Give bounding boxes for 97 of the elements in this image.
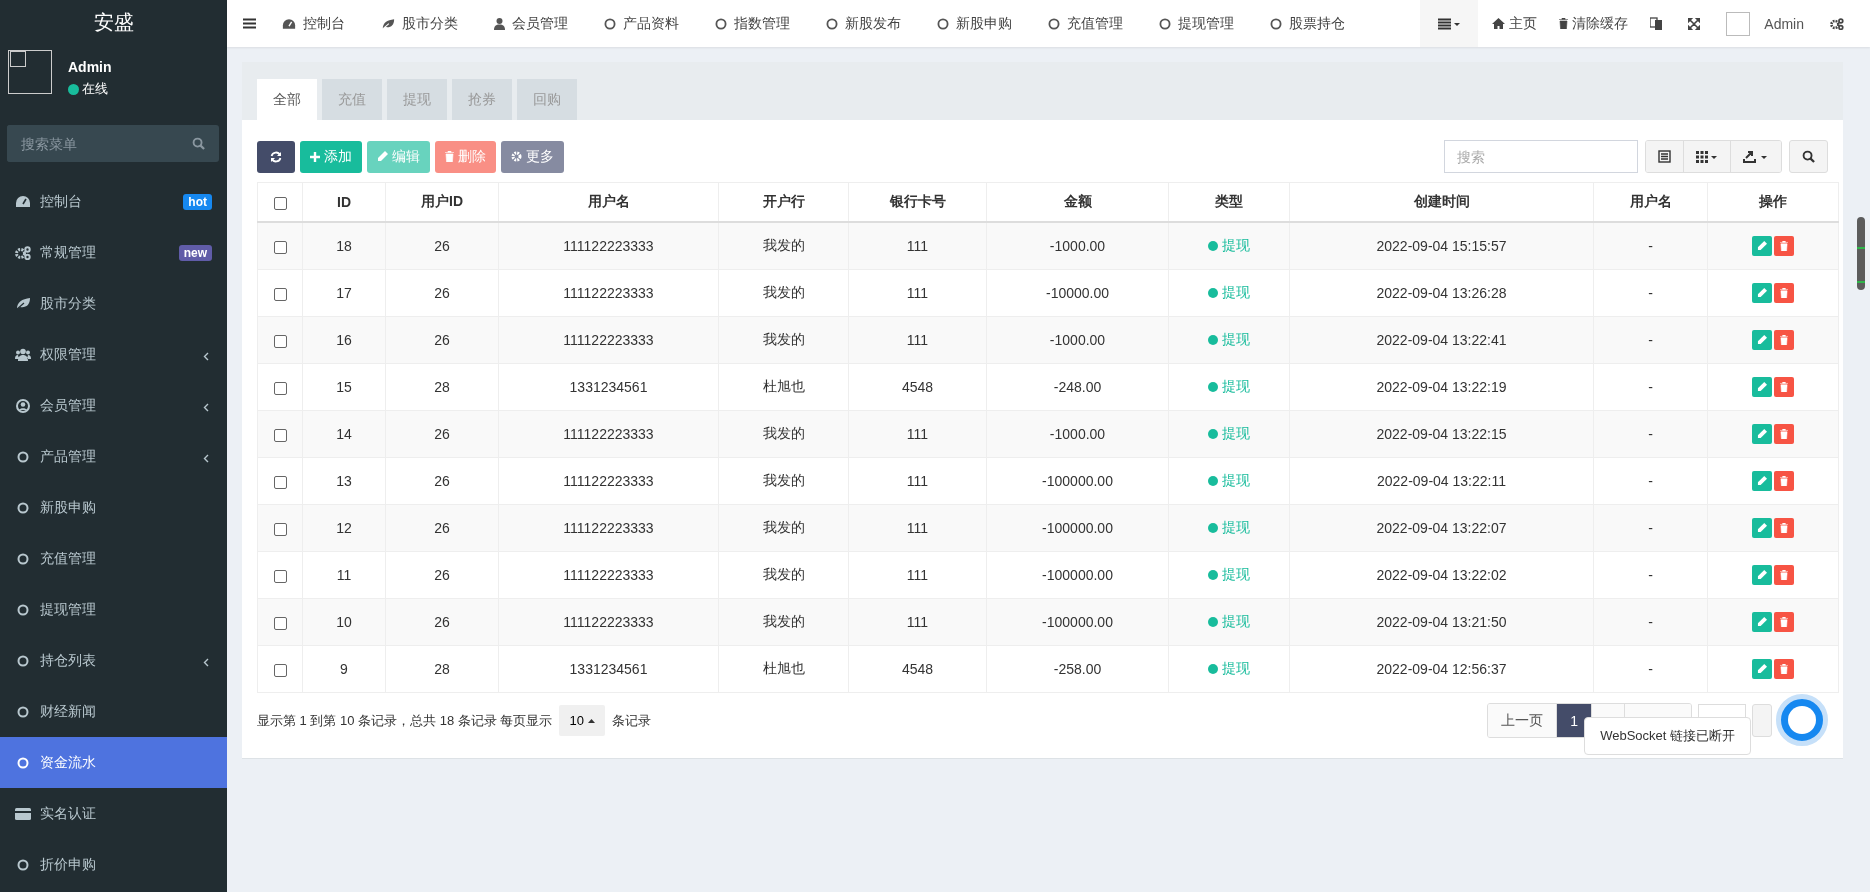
table-cell: 26 [434, 285, 450, 301]
table-cell: - [1648, 661, 1653, 677]
type-status: 提现 [1208, 613, 1250, 631]
table-cell: 我发的 [762, 613, 805, 629]
table-cell: 杜旭也 [762, 378, 805, 394]
table-cell: 2022-09-04 13:22:41 [1376, 332, 1507, 348]
table-cell: 15 [336, 379, 352, 395]
table-cell: 26 [434, 332, 450, 348]
type-status: 提现 [1208, 660, 1250, 678]
type-status: 提现 [1208, 284, 1250, 302]
table-cell: 111122223333 [563, 567, 654, 583]
menu-badge: hot [183, 193, 212, 210]
table-cell: 111122223333 [563, 332, 654, 348]
table-cell: -1000.00 [1049, 426, 1106, 442]
table-cell: 111122223333 [563, 473, 654, 489]
type-status: 提现 [1208, 378, 1250, 396]
user-status: 在线 [82, 80, 108, 98]
table-cell: - [1648, 520, 1653, 536]
table-cell: 28 [434, 661, 450, 677]
table-cell: -10000.00 [1045, 285, 1110, 301]
table-cell: 2022-09-04 13:21:50 [1376, 614, 1507, 630]
table-cell: 2022-09-04 13:26:28 [1376, 285, 1507, 301]
table-cell: 2022-09-04 12:56:37 [1376, 661, 1507, 677]
table-cell: 我发的 [762, 519, 805, 535]
table-cell: - [1648, 567, 1653, 583]
table-cell: 28 [434, 379, 450, 395]
table-cell: 111 [906, 285, 929, 301]
table-cell: 我发的 [762, 472, 805, 488]
table-cell: -100000.00 [1042, 473, 1113, 489]
type-status: 提现 [1208, 425, 1250, 443]
table-cell: -100000.00 [1042, 614, 1113, 630]
table-cell: -258.00 [1053, 661, 1102, 677]
table-cell: 111 [906, 520, 929, 536]
table-cell: 10 [336, 614, 352, 630]
table-cell: 111 [906, 238, 929, 254]
table-cell: 4548 [901, 661, 934, 677]
table-cell: 26 [434, 567, 450, 583]
table-cell: 2022-09-04 13:22:19 [1376, 379, 1507, 395]
table-cell: 111122223333 [563, 285, 654, 301]
table-cell: -1000.00 [1049, 238, 1106, 254]
type-status: 提现 [1208, 472, 1250, 490]
table-cell: 18 [336, 238, 352, 254]
table-cell: 12 [336, 520, 352, 536]
table-cell: - [1648, 238, 1653, 254]
table-cell: 2022-09-04 13:22:07 [1376, 520, 1507, 536]
table-cell: 9 [340, 661, 348, 677]
table-cell: 2022-09-04 15:15:57 [1376, 238, 1507, 254]
table-cell: 14 [336, 426, 352, 442]
table-cell: - [1648, 379, 1653, 395]
table-cell: 13 [336, 473, 352, 489]
table-cell: 我发的 [762, 331, 805, 347]
table-cell: - [1648, 332, 1653, 348]
type-status: 提现 [1208, 331, 1250, 349]
table-cell: 26 [434, 238, 450, 254]
table-cell: 111 [906, 567, 929, 583]
websocket-toast: WebSocket 链接已断开 [1584, 717, 1752, 755]
table-cell: -100000.00 [1042, 520, 1113, 536]
table-cell: 4548 [901, 379, 934, 395]
table-cell: 2022-09-04 13:22:02 [1376, 567, 1507, 583]
menu-badge: new [178, 244, 212, 261]
table-cell: 111122223333 [563, 614, 654, 630]
table-cell: 2022-09-04 13:22:15 [1376, 426, 1507, 442]
page-summary: 显示第 1 到第 10 条记录，总共 18 条记录 每页显示 [257, 711, 553, 730]
table-cell: - [1648, 285, 1653, 301]
page-summary-suffix: 条记录 [611, 711, 651, 730]
table-cell: 111122223333 [563, 426, 654, 442]
table-cell: 26 [434, 426, 450, 442]
table-cell: 我发的 [762, 284, 805, 300]
table-cell: 17 [336, 285, 352, 301]
user-name: Admin [68, 59, 112, 75]
table-cell: 2022-09-04 13:22:11 [1377, 473, 1506, 489]
table-cell: 11 [336, 567, 352, 583]
table-cell: 111 [906, 332, 929, 348]
table-cell: - [1648, 614, 1653, 630]
table-cell: 111 [906, 426, 929, 442]
table-cell: 26 [434, 473, 450, 489]
table-cell: 1331234561 [569, 379, 648, 395]
table-cell: 我发的 [762, 566, 805, 582]
table-cell: -100000.00 [1042, 567, 1113, 583]
table-cell: -1000.00 [1049, 332, 1106, 348]
table-cell: 111122223333 [563, 238, 654, 254]
table-cell: 我发的 [762, 237, 805, 253]
type-status: 提现 [1208, 519, 1250, 537]
table-cell: - [1648, 473, 1653, 489]
type-status: 提现 [1208, 566, 1250, 584]
table-cell: - [1648, 426, 1653, 442]
table-cell: 111122223333 [563, 520, 654, 536]
table-cell: 我发的 [762, 425, 805, 441]
table-cell: -248.00 [1053, 379, 1102, 395]
table-cell: 111 [906, 614, 929, 630]
type-status: 提现 [1208, 237, 1250, 255]
table-cell: 26 [434, 614, 450, 630]
table-cell: 16 [336, 332, 352, 348]
table-cell: 111 [906, 473, 929, 489]
table-cell: 26 [434, 520, 450, 536]
table-cell: 杜旭也 [762, 660, 805, 676]
table-cell: 1331234561 [569, 661, 648, 677]
